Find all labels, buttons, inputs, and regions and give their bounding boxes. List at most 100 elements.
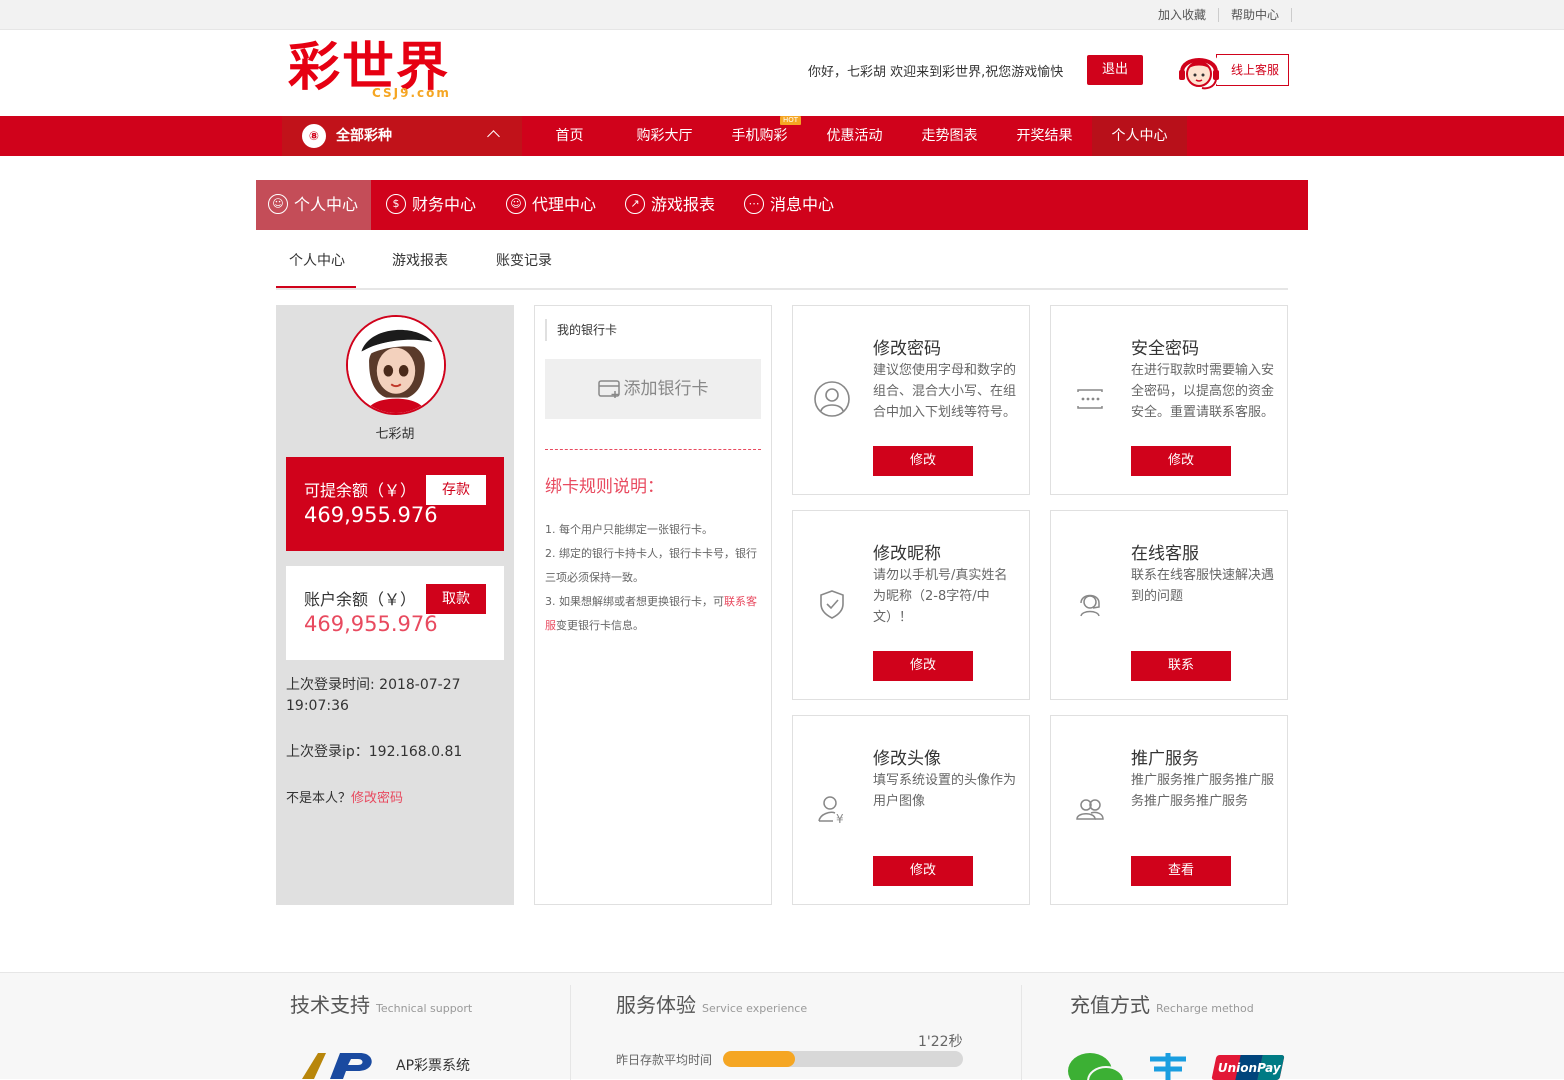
customer-service-icon[interactable] [1176,48,1222,94]
rule-text: 3. 如果想解绑或者想更换银行卡，可 [545,595,724,608]
add-bank-card-button[interactable]: 添加银行卡 [545,359,761,419]
account-balance-label: 账户余额（￥） [304,590,417,609]
not-me-notice: 不是本人？修改密码 [286,787,403,806]
service-subtitle: Service experience [702,1002,808,1015]
deposit-time-label: 昨日存款平均时间 [616,1053,713,1067]
feature-desc: 在进行取款时需要输入安全密码，以提高您的资金安全。重置请联系客服。 [1131,363,1275,420]
recharge-heading: 充值方式 Recharge method [1070,989,1254,1018]
ap-logo [302,1053,372,1079]
account-balance-value: 469,955.976 [304,612,438,636]
service-title: 服务体验 [616,993,696,1017]
subnav-personal[interactable]: ☺ 个人中心 [256,180,371,230]
subnav-agent[interactable]: ☺ 代理中心 [506,180,596,230]
password-icon [1077,389,1103,409]
help-link[interactable]: 帮助中心 [1219,8,1292,22]
site-footer: 技术支持 Technical support AP彩票系统 服务体验 Service… [0,972,1564,1080]
nav-item-lobby[interactable]: 购彩大厅 [617,116,712,156]
deposit-button[interactable]: 存款 [426,475,486,505]
subnav-reports[interactable]: ↗ 游戏报表 [625,180,715,230]
user-avatar[interactable] [346,315,446,415]
card-add-icon [597,380,620,398]
change-avatar-button[interactable]: 修改 [873,856,973,886]
feature-desc: 联系在线客服快速解决遇到的问题 [1131,568,1275,604]
last-login-ip: 上次登录ip：192.168.0.81 [286,744,463,760]
rule-text: 变更银行卡信息。 [556,619,644,632]
add-bank-card-label: 添加银行卡 [623,379,709,399]
bank-card-panel: 我的银行卡 添加银行卡 绑卡规则说明： 1. 每个用户只能绑定一张银行卡。 2.… [534,305,772,905]
withdrawable-value: 469,955.976 [304,503,438,527]
subnav-label: 消息中心 [770,195,835,214]
logout-button[interactable]: 退出 [1087,55,1143,85]
subnav-label: 代理中心 [532,195,597,214]
tab-balance-log[interactable]: 账变记录 [496,250,552,270]
change-password-link[interactable]: 修改密码 [351,791,403,806]
deposit-time-value: 1'22秒 [918,1034,963,1050]
feature-card-promotion: 推广服务 推广服务推广服务推广服务推广服务推广服务 查看 [1050,715,1288,905]
tech-support-subtitle: Technical support [376,1002,473,1015]
change-nickname-button[interactable]: 修改 [873,651,973,681]
not-me-text: 不是本人？ [286,791,352,806]
logo-domain: CSJ9.com [372,86,451,100]
rules-title: 绑卡规则说明： [545,477,664,497]
feature-card-avatar: ¥ 修改头像 填写系统设置的头像作为用户图像 修改 [792,715,1030,905]
feature-desc: 填写系统设置的头像作为用户图像 [873,773,1017,809]
tech-support-heading: 技术支持 Technical support [290,989,472,1018]
trend-icon: ↗ [625,193,645,214]
rule-item: 3. 如果想解绑或者想更换银行卡，可联系客服变更银行卡信息。 [545,590,757,638]
all-lottery-dropdown[interactable]: ⑧ 全部彩种 [282,116,522,156]
user-icon [814,381,850,417]
nav-item-promotions[interactable]: 优惠活动 [807,116,902,156]
rule-item: 1. 每个用户只能绑定一张银行卡。 [545,523,713,536]
recharge-subtitle: Recharge method [1156,1002,1254,1015]
alipay-icon [1150,1053,1186,1080]
feature-card-change-password: 修改密码 建议您使用字母和数字的组合、混合大小写、在组合中加入下划线等符号。 修… [792,305,1030,495]
feature-title: 在线客服 [1131,544,1199,564]
username: 七彩胡 [375,427,415,442]
deposit-time-bar-fill [723,1051,795,1067]
footer-divider [1021,985,1022,1080]
nav-item-home[interactable]: 首页 [522,116,617,156]
feature-card-online-service: 在线客服 联系在线客服快速解决遇到的问题 联系 [1050,510,1288,700]
nav-item-personal[interactable]: 个人中心 [1092,116,1187,156]
dashed-divider [545,449,761,450]
top-utility-bar: 加入收藏 帮助中心 [0,0,1564,30]
unionpay-label: UnionPay [1217,1061,1281,1075]
shield-icon [820,590,844,619]
chevron-up-icon [487,130,500,143]
rules-list: 1. 每个用户只能绑定一张银行卡。 2. 绑定的银行卡持卡人，银行卡卡号，银行三… [545,518,757,638]
feature-desc: 建议您使用字母和数字的组合、混合大小写、在组合中加入下划线等符号。 [873,363,1017,420]
tab-game-report[interactable]: 游戏报表 [392,250,448,270]
svg-text:¥: ¥ [836,812,844,826]
nav-item-trends[interactable]: 走势图表 [902,116,997,156]
message-icon: ⋯ [744,193,764,214]
online-service-button[interactable]: 线上客服 [1216,54,1289,86]
headset-icon [1080,594,1100,617]
subnav-messages[interactable]: ⋯ 消息中心 [744,180,834,230]
agent-icon: ☺ [506,193,526,214]
users-icon [1076,799,1104,820]
unionpay-icon: UnionPay [1211,1055,1285,1080]
nav-item-results[interactable]: 开奖结果 [997,116,1092,156]
withdrawable-label: 可提余额（￥） [304,481,417,500]
security-password-button[interactable]: 修改 [1131,446,1231,476]
tab-personal[interactable]: 个人中心 [289,250,345,270]
page-tabs: 个人中心 游戏报表 账变记录 [276,230,1288,290]
service-heading: 服务体验 Service experience [616,989,807,1018]
feature-desc: 请勿以手机号/真实姓名为昵称（2-8字符/中文）！ [873,568,1008,625]
user-circle-icon: ☺ [268,193,288,214]
change-password-button[interactable]: 修改 [873,446,973,476]
top-links: 加入收藏 帮助中心 [1146,8,1292,22]
view-promotion-button[interactable]: 查看 [1131,856,1231,886]
withdraw-button[interactable]: 取款 [426,584,486,614]
feature-card-security-password: 安全密码 在进行取款时需要输入安全密码，以提高您的资金安全。重置请联系客服。 修… [1050,305,1288,495]
site-logo[interactable]: 彩世界 CSJ9.com [288,38,468,104]
bookmark-link[interactable]: 加入收藏 [1146,8,1219,22]
subnav-finance[interactable]: $ 财务中心 [386,180,476,230]
rule-item: 2. 绑定的银行卡持卡人，银行卡卡号，银行三项必须保持一致。 [545,547,757,584]
contact-service-button[interactable]: 联系 [1131,651,1231,681]
site-header: 彩世界 CSJ9.com 你好，七彩胡 欢迎来到彩世界,祝您游戏愉快 退出 线上… [0,30,1564,116]
welcome-message: 你好，七彩胡 欢迎来到彩世界,祝您游戏愉快 [808,65,1064,80]
withdrawable-balance-box: 可提余额（￥） 469,955.976 存款 [286,457,504,551]
feature-desc: 推广服务推广服务推广服务推广服务推广服务 [1131,773,1275,809]
deposit-time-bar [723,1051,963,1067]
